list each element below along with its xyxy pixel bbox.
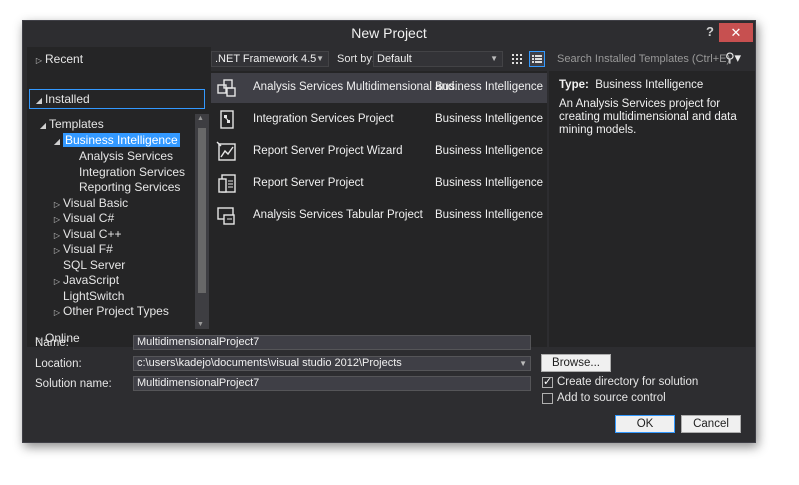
cube-icon (217, 79, 236, 97)
location-label: Location: (35, 358, 82, 370)
type-value: Business Intelligence (595, 79, 704, 91)
chevron-down-icon[interactable]: ▼ (519, 357, 527, 370)
scroll-up-icon[interactable]: ▲ (197, 115, 204, 122)
package-icon (220, 110, 234, 129)
template-name: Analysis Services Multidimensional and..… (253, 81, 464, 93)
new-project-dialog: New Project ? ✕ ▷ Recent ◢ Installed ◢ Temp… (22, 20, 756, 443)
location-field[interactable]: c:\users\kadejo\documents\visual studio … (133, 356, 531, 371)
tabular-icon (217, 207, 235, 225)
sort-select[interactable]: Default ▼ (373, 51, 503, 67)
checkmark-icon: ✓ (543, 376, 553, 388)
template-category: Business Intelligence (435, 209, 544, 221)
dialog-title: New Project (351, 25, 427, 41)
tree-label: Visual C++ (63, 227, 122, 241)
template-name: Integration Services Project (253, 113, 394, 125)
template-name: Analysis Services Tabular Project (253, 209, 423, 221)
template-item[interactable]: Report Server Project Business Intellige… (211, 169, 547, 199)
create-directory-checkbox[interactable]: ✓ (542, 376, 553, 388)
tree-label: Visual C# (63, 211, 115, 225)
tree-label: Visual Basic (63, 196, 129, 210)
report-wizard-icon (216, 141, 236, 161)
template-item[interactable]: Analysis Services Multidimensional and..… (211, 73, 547, 103)
framework-value: .NET Framework 4.5 (215, 53, 317, 65)
tree-label: JavaScript (63, 273, 120, 287)
template-category: Business Intelligence (435, 81, 544, 93)
cancel-button[interactable]: Cancel (681, 415, 741, 433)
template-toolbar: .NET Framework 4.5 ▼ Sort by: Default ▼ … (211, 47, 755, 69)
name-label: Name: (35, 337, 69, 349)
chevron-down-icon: ▼ (316, 54, 324, 63)
tree-label: Other Project Types (63, 304, 169, 318)
title-bar: New Project ? ✕ (23, 21, 755, 47)
small-icons-view-button[interactable] (509, 51, 525, 67)
solution-name-label: Solution name: (35, 378, 112, 390)
search-templates-input[interactable]: Search Installed Templates (Ctrl+E) (553, 51, 751, 67)
type-label: Type: (559, 79, 589, 91)
template-item[interactable]: Analysis Services Tabular Project Busine… (211, 201, 547, 231)
expand-arrow-icon: ▷ (53, 277, 61, 286)
collapse-arrow-icon: ◢ (39, 121, 47, 130)
chevron-down-icon: ▼ (490, 54, 498, 63)
template-item[interactable]: Report Server Project Wizard Business In… (211, 137, 547, 167)
report-icon (218, 174, 236, 193)
template-description: An Analysis Services project for creatin… (559, 98, 737, 136)
search-icon[interactable]: ⚲▾ (725, 50, 741, 66)
tree-item-recent[interactable]: ▷ Recent (33, 50, 83, 68)
scrollbar-thumb[interactable] (198, 128, 206, 293)
list-view-button[interactable] (529, 51, 545, 67)
create-directory-label: Create directory for solution (557, 376, 699, 388)
template-list: Analysis Services Multidimensional and..… (211, 71, 547, 347)
framework-select[interactable]: .NET Framework 4.5 ▼ (211, 51, 329, 67)
template-category: Business Intelligence (435, 145, 544, 157)
expand-arrow-icon: ▷ (53, 308, 61, 317)
tree-label: Installed (45, 92, 90, 106)
template-name: Report Server Project (253, 177, 364, 189)
name-field[interactable]: MultidimensionalProject7 (133, 335, 531, 350)
template-type: Type: Business Intelligence (559, 79, 703, 91)
template-description-panel: Type: Business Intelligence An Analysis … (549, 71, 755, 347)
tree-scrollbar[interactable]: ▲ ▼ (195, 114, 209, 329)
tree-label-selected: Business Intelligence (63, 133, 180, 147)
solution-name-field[interactable]: MultidimensionalProject7 (133, 376, 531, 391)
collapse-arrow-icon: ◢ (35, 96, 43, 105)
tree-item-other-project-types[interactable]: ▷ Other Project Types (51, 302, 169, 320)
location-value: c:\users\kadejo\documents\visual studio … (137, 357, 402, 369)
template-category: Business Intelligence (435, 177, 544, 189)
template-tree-panel: ▷ Recent ◢ Installed ◢ Templates ◢ Business … (27, 47, 211, 347)
help-button[interactable]: ? (706, 24, 714, 39)
list-view-icon (532, 55, 542, 63)
source-control-checkbox[interactable] (542, 393, 553, 404)
scroll-down-icon[interactable]: ▼ (197, 321, 204, 328)
expand-arrow-icon: ▷ (35, 56, 43, 65)
sort-value: Default (377, 53, 412, 65)
tree-label: Visual F# (63, 242, 113, 256)
expand-arrow-icon: ▷ (53, 246, 61, 255)
collapse-arrow-icon: ◢ (53, 137, 61, 146)
grid-view-icon (512, 54, 522, 64)
close-button[interactable]: ✕ (719, 23, 753, 42)
template-item[interactable]: Integration Services Project Business In… (211, 105, 547, 135)
tree-item-installed[interactable]: ◢ Installed (33, 90, 90, 108)
source-control-label: Add to source control (557, 392, 666, 404)
sort-label: Sort by: (337, 53, 375, 65)
ok-button[interactable]: OK (615, 415, 675, 433)
browse-button[interactable]: Browse... (541, 354, 611, 372)
template-category: Business Intelligence (435, 113, 544, 125)
template-name: Report Server Project Wizard (253, 145, 403, 157)
tree-label: Templates (49, 117, 104, 131)
tree-label: Recent (45, 52, 84, 66)
